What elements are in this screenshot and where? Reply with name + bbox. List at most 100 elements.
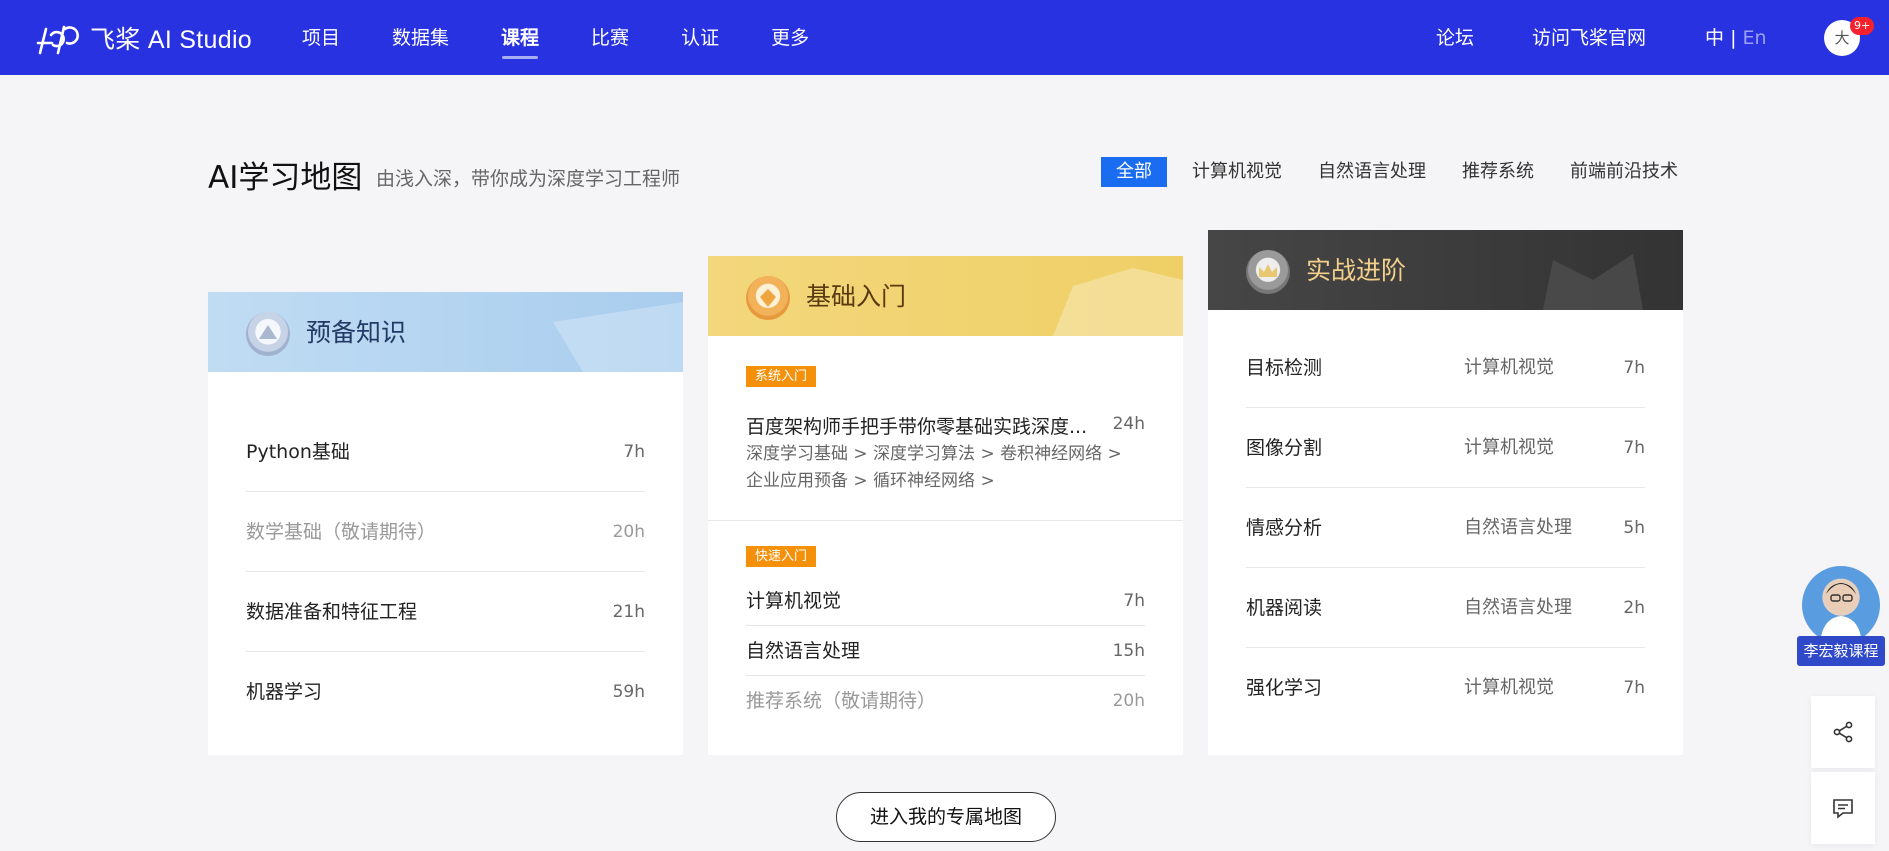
- nav-competitions[interactable]: 比赛: [565, 0, 655, 75]
- filter-all[interactable]: 全部: [1101, 157, 1167, 187]
- course-name: 推荐系统（敬请期待）: [746, 690, 937, 712]
- teacher-course-widget[interactable]: 李宏毅课程: [1796, 566, 1889, 670]
- course-row[interactable]: 情感分析 自然语言处理 5h: [1246, 488, 1645, 568]
- course-hours: 15h: [1112, 641, 1145, 661]
- course-hours: 59h: [612, 682, 645, 702]
- top-navbar: 飞桨 AI Studio 项目 数据集 课程 比赛 认证 更多 论坛 访问飞桨官…: [0, 0, 1889, 75]
- path-step[interactable]: 深度学习基础 >: [746, 444, 868, 464]
- course-name: 数据准备和特征工程: [246, 601, 418, 623]
- course-name: 图像分割: [1246, 437, 1323, 459]
- course-row[interactable]: 机器阅读 自然语言处理 2h: [1246, 568, 1645, 648]
- course-name: 机器阅读: [1246, 597, 1323, 619]
- learning-path: 深度学习基础 > 深度学习算法 > 卷积神经网络 > 企业应用预备 > 循环神经…: [746, 441, 1126, 495]
- course-category: 计算机视觉: [1464, 677, 1554, 698]
- page-subtitle: 由浅入深，带你成为深度学习工程师: [376, 168, 681, 190]
- language-switch[interactable]: 中 | En: [1705, 0, 1767, 75]
- course-name: 机器学习: [246, 681, 323, 703]
- course-row[interactable]: 目标检测 计算机视觉 7h: [1246, 328, 1645, 408]
- course-row[interactable]: 图像分割 计算机视觉 7h: [1246, 408, 1645, 488]
- teacher-course-label[interactable]: 李宏毅课程: [1797, 636, 1885, 666]
- path-step[interactable]: 卷积神经网络 >: [1000, 444, 1122, 464]
- course-name: 目标检测: [1246, 357, 1323, 379]
- share-button[interactable]: [1811, 696, 1875, 768]
- course-row[interactable]: 强化学习 计算机视觉 7h: [1246, 648, 1645, 728]
- paddle-logo-icon: [36, 25, 79, 55]
- lang-separator: |: [1730, 27, 1737, 49]
- tag-system-intro: 系统入门: [746, 366, 817, 387]
- course-hours: 5h: [1623, 518, 1645, 538]
- feedback-button[interactable]: [1811, 772, 1875, 844]
- logo-text: 飞桨 AI Studio: [90, 26, 252, 54]
- course-hours: 7h: [1623, 358, 1645, 378]
- course-name: 计算机视觉: [746, 590, 842, 612]
- card-title: 基础入门: [806, 282, 907, 311]
- crown-medal-icon: [1246, 250, 1290, 294]
- card-header: 预备知识: [208, 292, 683, 372]
- course-name: 强化学习: [1246, 677, 1323, 699]
- course-row: 推荐系统（敬请期待） 20h: [746, 676, 1145, 726]
- course-hours: 21h: [612, 602, 645, 622]
- course-hours: 20h: [612, 522, 645, 542]
- course-category: 自然语言处理: [1464, 517, 1572, 538]
- course-hours: 7h: [1623, 678, 1645, 698]
- card-basics: 基础入门 系统入门 百度架构师手把手带你零基础实践深度... 24h 深度学习基…: [708, 256, 1183, 755]
- course-category: 自然语言处理: [1464, 597, 1572, 618]
- path-step[interactable]: 循环神经网络 >: [873, 471, 995, 491]
- course-category: 计算机视觉: [1464, 357, 1554, 378]
- course-row[interactable]: 计算机视觉 7h: [746, 576, 1145, 626]
- course-name: 自然语言处理: [746, 640, 861, 662]
- tag-quick-intro: 快速入门: [746, 546, 817, 567]
- nav-more[interactable]: 更多: [745, 0, 835, 75]
- section-divider: [708, 520, 1183, 521]
- header-decoration-icon: [553, 302, 683, 372]
- course-name: Python基础: [246, 441, 350, 463]
- course-hours: 20h: [1112, 691, 1145, 711]
- course-row[interactable]: Python基础 7h: [246, 412, 645, 492]
- course-title[interactable]: 百度架构师手把手带你零基础实践深度...: [746, 412, 1087, 439]
- course-hours: 2h: [1623, 598, 1645, 618]
- my-map-button[interactable]: 进入我的专属地图: [836, 792, 1056, 842]
- course-name: 情感分析: [1246, 517, 1323, 539]
- page-title: AI学习地图: [208, 160, 363, 196]
- card-header: 实战进阶: [1208, 230, 1683, 310]
- course-row: 数学基础（敬请期待） 20h: [246, 492, 645, 572]
- teacher-avatar: [1802, 566, 1880, 644]
- card-prerequisites: 预备知识 Python基础 7h 数学基础（敬请期待） 20h 数据准备和特征工…: [208, 292, 683, 755]
- course-row[interactable]: 机器学习 59h: [246, 652, 645, 732]
- nav-datasets[interactable]: 数据集: [366, 0, 475, 75]
- card-title: 预备知识: [306, 318, 407, 347]
- silver-medal-icon: [246, 312, 290, 356]
- nav-courses[interactable]: 课程: [475, 0, 565, 75]
- lang-en[interactable]: En: [1743, 27, 1767, 49]
- course-name: 数学基础（敬请期待）: [246, 521, 437, 543]
- card-title: 实战进阶: [1306, 256, 1407, 285]
- nav-certification[interactable]: 认证: [655, 0, 745, 75]
- header-decoration-icon: [1053, 268, 1183, 336]
- course-hours: 7h: [1123, 591, 1145, 611]
- gold-medal-icon: [746, 276, 790, 320]
- share-icon: [1833, 721, 1853, 743]
- notification-badge[interactable]: 9+: [1850, 17, 1875, 35]
- course-hours: 24h: [1112, 414, 1145, 434]
- logo[interactable]: 飞桨 AI Studio: [34, 20, 252, 56]
- course-hours: 7h: [1623, 438, 1645, 458]
- nav-forum[interactable]: 论坛: [1436, 0, 1474, 75]
- nav-official-site[interactable]: 访问飞桨官网: [1532, 0, 1646, 75]
- feedback-icon: [1833, 799, 1853, 819]
- main-nav: 项目 数据集 课程 比赛 认证 更多: [276, 0, 835, 75]
- course-row[interactable]: 数据准备和特征工程 21h: [246, 572, 645, 652]
- course-category: 计算机视觉: [1464, 437, 1554, 458]
- nav-projects[interactable]: 项目: [276, 0, 366, 75]
- path-step[interactable]: 深度学习算法 >: [873, 444, 995, 464]
- path-step[interactable]: 企业应用预备 >: [746, 471, 868, 491]
- lang-zh[interactable]: 中: [1705, 27, 1724, 49]
- card-advanced: 实战进阶 目标检测 计算机视觉 7h 图像分割 计算机视觉 7h 情感分析 自然…: [1208, 230, 1683, 755]
- filter-frontier[interactable]: 前端前沿技术: [1559, 157, 1689, 187]
- course-row[interactable]: 自然语言处理 15h: [746, 626, 1145, 676]
- card-header: 基础入门: [708, 256, 1183, 336]
- filter-cv[interactable]: 计算机视觉: [1181, 157, 1293, 187]
- filter-nlp[interactable]: 自然语言处理: [1307, 157, 1437, 187]
- category-filters: 全部 计算机视觉 自然语言处理 推荐系统 前端前沿技术: [1101, 157, 1689, 187]
- header-decoration-icon: [1543, 254, 1643, 310]
- filter-recsys[interactable]: 推荐系统: [1451, 157, 1545, 187]
